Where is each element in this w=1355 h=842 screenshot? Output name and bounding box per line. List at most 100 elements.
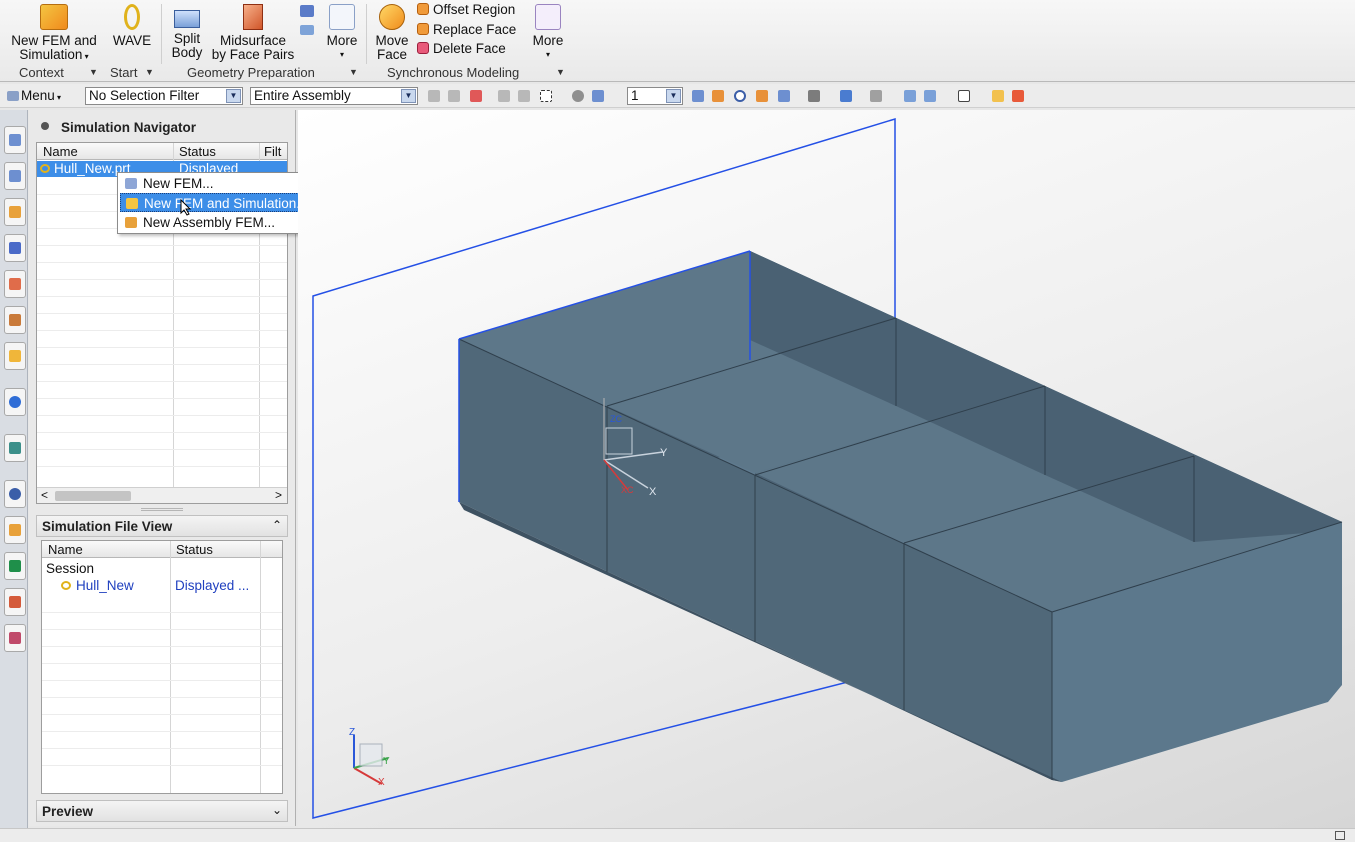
selection-filter-dropdown[interactable]: No Selection Filter ▼	[85, 87, 243, 105]
reuse-library-tab[interactable]	[4, 270, 26, 298]
sim-navigator-tab[interactable]	[4, 126, 26, 154]
horizontal-scrollbar[interactable]: < >	[37, 487, 287, 503]
render-style-icon[interactable]	[778, 90, 790, 102]
row-divider	[37, 313, 287, 314]
process-studio-tab[interactable]	[4, 552, 26, 580]
snap-icon[interactable]	[448, 90, 460, 102]
show-hide-icon[interactable]	[924, 90, 936, 102]
book-icon[interactable]	[300, 5, 314, 17]
menu-item-new-assembly-fem[interactable]: New Assembly FEM...	[120, 213, 327, 232]
color-icon[interactable]	[1012, 90, 1024, 102]
column-header-status[interactable]: Status	[179, 144, 216, 159]
file-view-header[interactable]: Simulation File View ⌃	[36, 515, 288, 537]
document-icon	[9, 442, 21, 454]
column-header-filter[interactable]: Filt	[264, 144, 281, 159]
part-navigator-tab[interactable]	[4, 234, 26, 262]
midsurface-by-face-pairs-button[interactable]: Midsurface by Face Pairs	[210, 4, 296, 62]
group-sync-dropdown-icon[interactable]: ▼	[556, 67, 565, 77]
fit-view-icon[interactable]	[692, 90, 704, 102]
layers-icon[interactable]	[300, 25, 314, 35]
document-tab[interactable]	[4, 434, 26, 462]
session-node[interactable]: Session	[46, 561, 94, 576]
snap-icon[interactable]	[428, 90, 440, 102]
web-browser-tab[interactable]	[4, 342, 26, 370]
menu-button[interactable]: Menu ▾	[7, 88, 61, 103]
row-divider	[37, 381, 287, 382]
snap-icon[interactable]	[498, 90, 510, 102]
scrollbar-thumb[interactable]	[55, 491, 131, 501]
lasso-icon[interactable]	[572, 90, 584, 102]
info-icon	[9, 396, 21, 408]
rotate-icon[interactable]	[734, 90, 746, 102]
new-fem-and-simulation-button[interactable]: New FEM and Simulation ▾	[8, 4, 100, 64]
file-view-columns: Name Status	[42, 541, 282, 558]
sim-navigator-title: Simulation Navigator	[61, 120, 197, 135]
select-point-icon[interactable]	[470, 90, 482, 102]
file-view-tree[interactable]: Name Status Session Hull_New Displayed .…	[41, 540, 283, 794]
zoom-icon[interactable]	[712, 90, 724, 102]
rectangle-select-icon[interactable]	[540, 90, 552, 102]
expand-icon[interactable]: ⌄	[272, 803, 282, 817]
group-label-synchronous-modeling: Synchronous Modeling	[387, 65, 520, 80]
new-fem-label-1: New FEM and	[11, 33, 97, 48]
system-scenes-tab[interactable]	[4, 624, 26, 652]
column-header-status[interactable]: Status	[176, 542, 213, 557]
snap-icon[interactable]	[518, 90, 530, 102]
offset-region-button[interactable]: Offset Region	[417, 1, 515, 19]
reuse-library-icon	[9, 278, 21, 290]
library-icon	[9, 350, 21, 362]
move-face-icon	[379, 4, 405, 30]
more-geometry-button[interactable]: More ▾	[324, 4, 360, 62]
midsurface-label-2: by Face Pairs	[211, 47, 295, 62]
work-layer-dropdown[interactable]: 1 ▼	[627, 87, 683, 105]
orient-view-icon[interactable]	[840, 90, 852, 102]
hd3d-tools-tab[interactable]	[4, 306, 26, 334]
scenes-icon	[9, 632, 21, 644]
column-header-name[interactable]: Name	[43, 144, 78, 159]
pan-icon[interactable]	[756, 90, 768, 102]
edit-object-icon[interactable]	[992, 90, 1004, 102]
roles-tab[interactable]	[4, 588, 26, 616]
panel-splitter[interactable]	[141, 508, 183, 511]
box-select-icon[interactable]	[592, 90, 604, 102]
graphics-viewport[interactable]: Y X ZC XC Z Y X	[298, 110, 1355, 828]
replace-face-button[interactable]: Replace Face	[417, 21, 516, 39]
system-materials-tab[interactable]	[4, 516, 26, 544]
constraint-navigator-tab[interactable]	[4, 198, 26, 226]
file-row-hull-new[interactable]: Hull_New Displayed ...	[42, 578, 282, 595]
background-icon[interactable]	[808, 90, 820, 102]
show-hide-icon[interactable]	[904, 90, 916, 102]
split-label-2: Body	[171, 45, 203, 60]
group-geometry-dropdown-icon[interactable]: ▼	[349, 67, 358, 77]
move-face-button[interactable]: Move Face	[372, 4, 412, 62]
measure-icon[interactable]	[958, 90, 970, 102]
menu-item-new-fem[interactable]: New FEM...	[120, 174, 327, 193]
part-icon	[40, 164, 50, 173]
menu-item-new-fem-and-simulation[interactable]: New FEM and Simulation...	[120, 193, 327, 212]
history-tab[interactable]	[4, 480, 26, 508]
selection-scope-dropdown[interactable]: Entire Assembly ▼	[250, 87, 418, 105]
pin-icon[interactable]	[41, 122, 49, 130]
group-context-dropdown-icon[interactable]: ▼	[89, 67, 98, 77]
ribbon-divider	[161, 4, 162, 64]
row-divider	[37, 364, 287, 365]
offset-region-icon	[417, 3, 429, 15]
collapse-icon[interactable]: ⌃	[272, 518, 282, 532]
scroll-left-icon[interactable]: <	[41, 488, 48, 502]
info-tab[interactable]	[4, 388, 26, 416]
split-body-button[interactable]: Split Body	[166, 4, 208, 60]
resource-bar	[0, 110, 28, 828]
model-canvas[interactable]: Y X ZC XC Z Y X	[298, 110, 1355, 828]
group-start-dropdown-icon[interactable]: ▼	[145, 67, 154, 77]
wave-button[interactable]: WAVE	[110, 4, 154, 48]
preview-header[interactable]: Preview ⌄	[36, 800, 288, 822]
scroll-right-icon[interactable]: >	[275, 488, 282, 502]
more-sync-button[interactable]: More ▾	[530, 4, 566, 62]
fullscreen-toggle-icon[interactable]	[1335, 831, 1345, 840]
wave-link-icon	[124, 4, 140, 30]
section-icon[interactable]	[870, 90, 882, 102]
delete-face-button[interactable]: Delete Face	[417, 40, 506, 58]
column-header-name[interactable]: Name	[48, 542, 83, 557]
assembly-navigator-tab[interactable]	[4, 162, 26, 190]
row-divider	[42, 646, 282, 647]
